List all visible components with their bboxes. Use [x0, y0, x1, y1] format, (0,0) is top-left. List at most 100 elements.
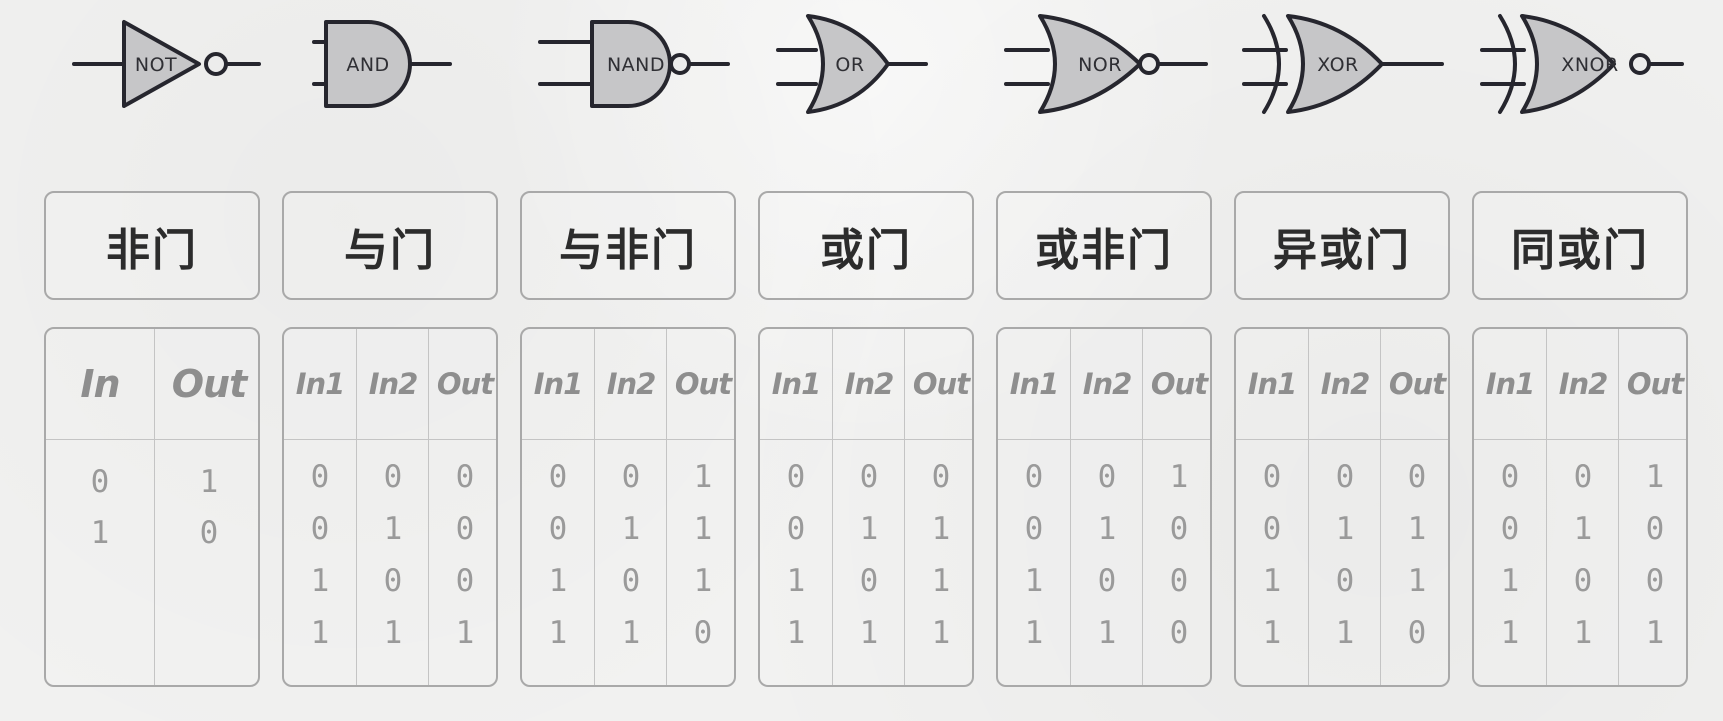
table-cell: 1 [1645, 459, 1665, 495]
truth-table: In1 0 0 1 1 In2 0 1 0 1 Out 0 1 1 1 [758, 327, 974, 687]
gate-symbol-label: NOT [135, 54, 177, 76]
truth-table-column-in1: In1 0 0 1 1 [998, 329, 1070, 685]
gate-name-box: 异或门 [1234, 191, 1450, 300]
truth-table-column-out: Out 0 0 0 1 [428, 329, 496, 685]
gate-symbol-label: XNOR [1561, 54, 1618, 76]
table-header: Out [1626, 367, 1684, 401]
truth-table-column-in2: In2 0 1 0 1 [1070, 329, 1143, 685]
table-header: In1 [1485, 367, 1536, 401]
truth-table: In1 0 0 1 1 In2 0 1 0 1 Out 1 1 1 0 [520, 327, 736, 687]
table-cell: 0 [455, 563, 475, 599]
table-header: Out [1150, 367, 1208, 401]
table-cell: 1 [1262, 563, 1282, 599]
table-cell: 1 [1097, 511, 1117, 547]
table-divider [1236, 439, 1448, 440]
table-cell: 0 [621, 459, 641, 495]
gate-column-nand: NAND 与非门 In1 0 0 1 1 In2 0 1 0 1 Out 1 1… [520, 0, 738, 721]
table-header: Out [912, 367, 970, 401]
table-cell: 0 [383, 459, 403, 495]
truth-table: In1 0 0 1 1 In2 0 1 0 1 Out 0 1 1 0 [1234, 327, 1450, 687]
truth-table: In1 0 0 1 1 In2 0 1 0 1 Out 1 0 0 0 [996, 327, 1212, 687]
table-cell: 1 [621, 615, 641, 651]
truth-table-column-out: Out 1 0 [154, 329, 258, 685]
table-cell: 1 [931, 511, 951, 547]
table-cell: 1 [455, 615, 475, 651]
table-cell: 0 [383, 563, 403, 599]
table-cell: 1 [1024, 615, 1044, 651]
table-header: In [80, 362, 120, 406]
gate-column-nor: NOR 或非门 In1 0 0 1 1 In2 0 1 0 1 Out 1 0 … [996, 0, 1214, 721]
table-cell: 1 [383, 615, 403, 651]
table-cell: 0 [693, 615, 713, 651]
table-header: In2 [1558, 367, 1609, 401]
truth-table-column-out: Out 0 1 1 1 [904, 329, 972, 685]
gate-column-not: NOT 非门 In 0 1 Out 1 0 [44, 0, 262, 721]
table-cell: 1 [1645, 615, 1665, 651]
gate-name: 与非门 [559, 224, 697, 276]
table-cell: 0 [1645, 563, 1665, 599]
gate-name-box: 或非门 [996, 191, 1212, 300]
table-cell: 1 [1335, 511, 1355, 547]
table-cell: 1 [859, 615, 879, 651]
truth-table-column-in1: In1 0 0 1 1 [522, 329, 594, 685]
table-cell: 1 [693, 459, 713, 495]
truth-table-column-out: Out 1 0 0 1 [1618, 329, 1686, 685]
table-cell: 1 [1407, 511, 1427, 547]
truth-table-column-in1: In1 0 0 1 1 [1236, 329, 1308, 685]
table-cell: 0 [786, 511, 806, 547]
table-divider [1474, 439, 1686, 440]
not-gate-symbol: NOT [44, 8, 262, 126]
table-cell: 0 [859, 459, 879, 495]
table-cell: 0 [859, 563, 879, 599]
gate-symbol-label: AND [346, 54, 389, 76]
table-header: Out [1388, 367, 1446, 401]
table-cell: 0 [455, 511, 475, 547]
table-cell: 1 [1024, 563, 1044, 599]
table-divider [522, 439, 734, 440]
table-cell: 0 [1645, 511, 1665, 547]
table-cell: 1 [1500, 563, 1520, 599]
table-cell: 0 [548, 511, 568, 547]
truth-table-column-in2: In2 0 1 0 1 [832, 329, 905, 685]
xor-gate-symbol: XOR [1234, 8, 1452, 126]
truth-table-column-in2: In2 0 1 0 1 [1308, 329, 1381, 685]
table-cell: 0 [1097, 459, 1117, 495]
table-cell: 1 [1169, 459, 1189, 495]
table-cell: 0 [621, 563, 641, 599]
table-cell: 0 [1407, 459, 1427, 495]
table-cell: 1 [786, 563, 806, 599]
table-cell: 0 [1024, 459, 1044, 495]
table-cell: 0 [310, 459, 330, 495]
table-header: In2 [368, 367, 419, 401]
table-cell: 0 [1573, 459, 1593, 495]
truth-table-column-out: Out 0 1 1 0 [1380, 329, 1448, 685]
truth-table-column-out: Out 1 1 1 0 [666, 329, 734, 685]
table-cell: 1 [310, 615, 330, 651]
truth-table-column-in1: In1 0 0 1 1 [284, 329, 356, 685]
gate-name: 异或门 [1273, 224, 1411, 276]
nand-gate-symbol: NAND [520, 8, 738, 126]
table-cell: 0 [1500, 511, 1520, 547]
table-cell: 1 [621, 511, 641, 547]
table-cell: 0 [455, 459, 475, 495]
or-gate-symbol: OR [758, 8, 976, 126]
table-header: Out [674, 367, 732, 401]
truth-table-column-in2: In2 0 1 0 1 [356, 329, 429, 685]
gate-name: 与门 [344, 224, 436, 276]
table-cell: 0 [1335, 563, 1355, 599]
truth-table-column-in2: In2 0 1 0 1 [594, 329, 667, 685]
table-header: Out [436, 367, 494, 401]
gate-name: 或非门 [1035, 224, 1173, 276]
table-cell: 1 [383, 511, 403, 547]
table-cell: 1 [199, 464, 219, 500]
table-cell: 1 [693, 563, 713, 599]
table-header: In2 [844, 367, 895, 401]
table-cell: 1 [1573, 511, 1593, 547]
table-divider [284, 439, 496, 440]
table-header: In1 [533, 367, 584, 401]
table-cell: 1 [786, 615, 806, 651]
truth-table-column-out: Out 1 0 0 0 [1142, 329, 1210, 685]
table-cell: 0 [931, 459, 951, 495]
gate-symbol-label: NAND [607, 54, 665, 76]
table-cell: 1 [1335, 615, 1355, 651]
